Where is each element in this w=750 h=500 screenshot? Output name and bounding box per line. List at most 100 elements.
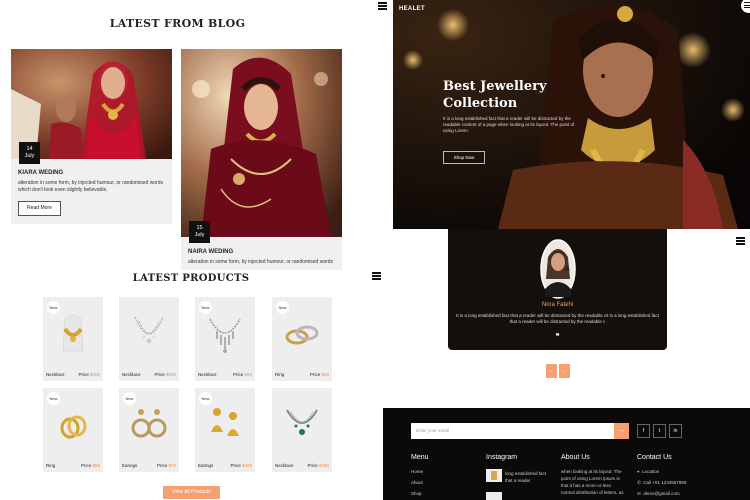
product-price: Price $300 [154,372,176,377]
date-month: July [24,153,35,159]
contact-location: ⌖ Location [637,469,659,474]
silver-necklace-icon [209,318,241,353]
product-name: Necklace [122,372,141,377]
post-title: NAIRA WEDING [188,249,234,255]
svg-text:A: A [565,265,570,273]
product-price: Price $90 [232,372,252,377]
date-month: July [194,232,205,238]
email-input[interactable]: Enter your email [411,423,614,439]
product-name: Necklace [198,372,217,377]
hero-title-line: Collection [443,96,518,111]
gold-ring-icon [60,415,87,439]
about-text-line: point of using Lorem Ipsum is [561,476,620,481]
mail-icon: ✉ [637,491,641,496]
contact-location-text: Location [642,469,660,474]
instagram-thumbnail[interactable] [486,492,502,500]
product-card[interactable]: New Necklace Price $200 [43,297,103,381]
product-price: Price $72 [156,463,176,468]
reviewer-name: Nora Fatehi [541,302,574,308]
avatar: A [540,239,576,299]
product-price: Price $50 [80,463,100,468]
testimonial-card: A Nora Fatehi It is a long established f… [448,229,667,350]
about-text-line: that it has a more-or-less [561,483,611,488]
page: LATEST FROM BLOG 14 July KIARA WEDING al… [0,0,750,500]
phone-icon: ✆ [637,480,641,485]
product-card[interactable]: Necklace Price $490 [272,388,332,472]
product-name: Necklace [275,463,294,468]
product-card[interactable]: Necklace Price $300 [119,297,179,381]
pearl-earring-icon [131,409,167,438]
product-name: Earings [122,463,138,468]
contact-phone[interactable]: ✆ Call +01 1234567890 [637,480,686,486]
post-title: KIARA WEDING [18,170,64,176]
gold-choker-icon [62,314,84,352]
post-excerpt: alteration in some form, by injected hum… [18,180,164,193]
date-badge: 15 July [189,221,210,243]
product-price: Price $490 [307,463,329,468]
menu-heading: Menu [411,454,429,461]
product-card[interactable]: New Necklace Price $90 [195,297,255,381]
post-excerpt: alteration in some form, by injected hum… [188,259,334,265]
prev-arrow-button[interactable]: ← [546,364,557,378]
brand-logo[interactable]: HEALET [399,6,425,12]
footer-link-home[interactable]: Home [411,469,423,474]
quote-icon: ❝ [555,333,560,340]
date-badge: 14 July [19,142,40,164]
subscribe-button[interactable]: → [614,423,629,439]
product-card[interactable]: New Ring Price $50 [43,388,103,472]
blog-photo [181,49,342,237]
next-arrow-button[interactable]: → [559,364,570,378]
hero-banner: HEALET Best Jewellery Collection It is a… [393,0,750,229]
products-heading: LATEST PRODUCTS [132,273,250,284]
product-name: Necklace [46,372,65,377]
emerald-necklace-icon [286,409,318,435]
read-more-button[interactable]: Read More [18,201,61,216]
product-price: Price $480 [230,463,252,468]
about-text-line: normal distribution of letters, as [561,490,624,495]
product-price: Price $200 [78,372,100,377]
location-icon: ⌖ [637,469,640,474]
contact-email[interactable]: ✉ demo@gmail.com [637,491,680,497]
menu-icon[interactable] [378,2,387,10]
contact-heading: Contact Us [637,454,672,461]
blog-card[interactable]: 15 July NAIRA WEDING alteration in some … [181,49,342,270]
shop-now-button[interactable]: Shop Now [443,151,485,164]
linkedin-icon[interactable]: in [669,424,682,438]
menu-icon[interactable] [372,272,381,280]
product-price: Price $49 [309,372,329,377]
blog-heading: LATEST FROM BLOG [109,17,246,30]
instagram-thumbnail[interactable] [486,469,502,482]
instagram-heading: Instagram [486,454,518,461]
footer-link-about[interactable]: About [411,480,423,485]
testimonial-text: It is a long established fact that a rea… [456,313,659,324]
hero-title: Best Jewellery Collection [443,78,547,112]
hero-image [393,0,750,229]
contact-email-text: demo@gmail.com [643,491,680,496]
product-name: Ring [46,463,56,468]
view-all-products-button[interactable]: View All Products [163,486,220,499]
twitter-icon[interactable]: t [653,424,666,438]
facebook-icon[interactable]: f [637,424,650,438]
instagram-caption: long established fact that a reader [505,471,547,483]
blog-section: LATEST FROM BLOG 14 July KIARA WEDING al… [0,0,387,270]
date-day: 14 [26,146,33,152]
hero-text: It is a long established fact that a rea… [443,116,575,133]
site-footer: Enter your email → f t in Menu Home Abou… [383,408,750,500]
menu-icon[interactable] [736,237,745,245]
product-card[interactable]: New Earings Price $72 [119,388,179,472]
contact-phone-text: Call +01 1234567890 [643,480,687,485]
gold-jhumka-icon [211,408,239,436]
menu-icon [744,2,750,8]
ring-pair-icon [285,325,319,345]
blog-card[interactable]: 14 July KIARA WEDING alteration in some … [11,49,172,224]
product-card[interactable]: New Ring Price $49 [272,297,332,381]
about-text-line: when looking at its layout. The [561,469,622,474]
product-name: Ring [275,372,285,377]
about-heading: About Us [561,454,590,461]
date-day: 15 [196,225,203,231]
footer-link-shop[interactable]: Shop [411,491,422,496]
product-name: Earings [198,463,214,468]
product-card[interactable]: New Earings Price $480 [195,388,255,472]
diamond-necklace-icon [134,316,164,344]
hero-title-line: Best Jewellery [443,79,547,94]
